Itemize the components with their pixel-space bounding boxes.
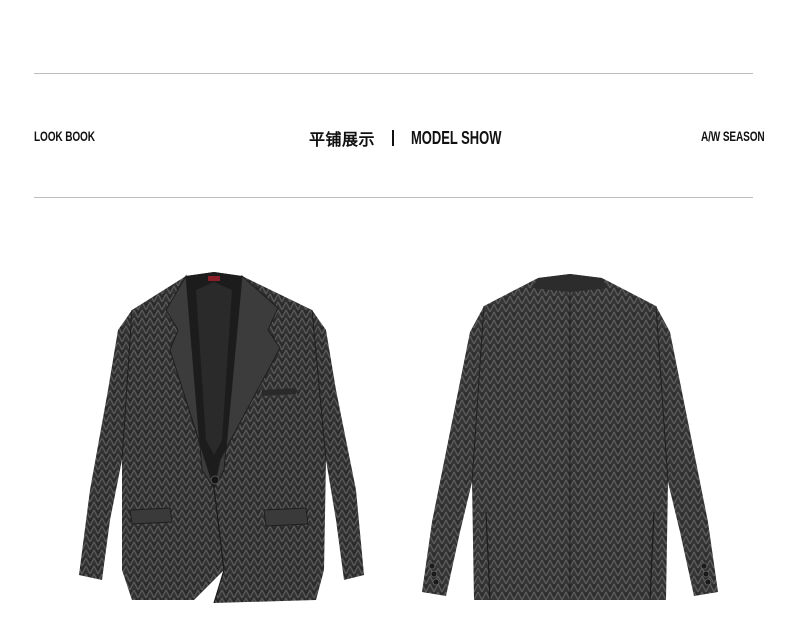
season-label: A/W SEASON [701, 128, 765, 144]
title-separator [392, 130, 395, 146]
section-title-chinese: 平铺展示 [309, 130, 376, 149]
top-divider-line [34, 73, 753, 74]
section-title-english: MODEL SHOW [411, 127, 502, 148]
blazer-front-image [79, 272, 364, 604]
bottom-divider-line [34, 197, 753, 198]
section-title: 平铺展示 MODEL SHOW [309, 126, 537, 150]
blazer-back-image [422, 274, 718, 601]
look-book-label: LOOK BOOK [34, 128, 95, 144]
